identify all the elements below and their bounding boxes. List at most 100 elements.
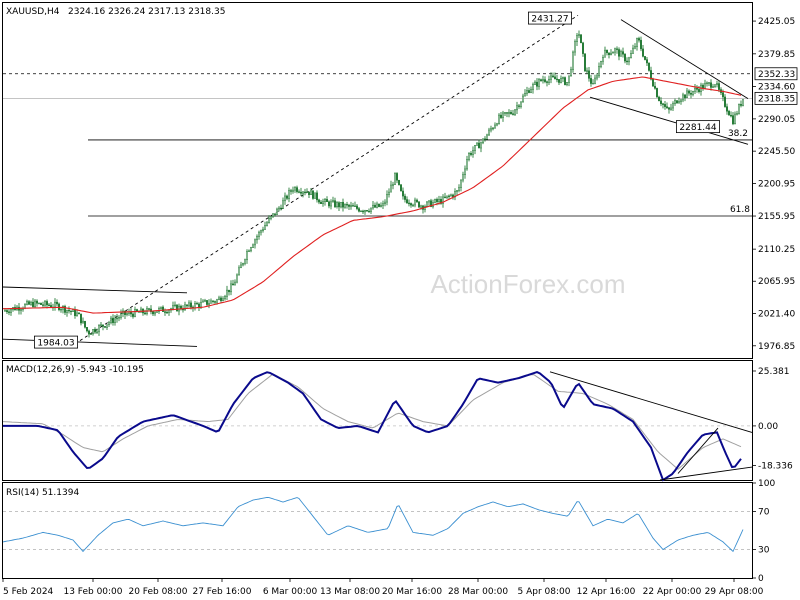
candle-body [316,192,318,201]
candle-body [642,48,644,57]
candle-body [434,199,436,203]
candle-body [444,196,446,198]
candle-body [730,114,732,117]
rsi-title: RSI(14) 51.1394 [6,488,79,498]
candle-body [416,199,418,203]
candle-body [120,313,122,318]
candle-body [112,317,114,323]
candle-body [202,300,204,303]
candle-body [600,60,602,67]
candle-body [586,70,588,72]
candle-body [356,205,358,209]
candle-body [164,311,166,313]
x-tick-label: 20 Feb 08:00 [128,587,187,597]
x-tick-label: 28 Mar 00:00 [448,587,508,597]
candle-body [258,231,260,237]
candle-body [540,79,542,82]
candle-body [338,202,340,208]
candle-body [558,79,560,83]
candle-body [46,301,48,306]
candle-body [400,184,402,192]
candle-body [94,329,96,333]
symbol-title: XAUUSD,H4 [6,7,60,17]
candle-body [590,78,592,84]
candle-body [224,296,226,300]
candle-body [260,230,262,233]
candle-body [102,324,104,327]
candle-body [632,47,634,54]
candle-body [58,303,60,310]
candle-body [28,301,30,305]
price-y-tick-label: 2065.95 [758,277,795,287]
candle-body [314,192,316,199]
candle-body [108,322,110,325]
candle-body [300,191,302,194]
candle-body [252,244,254,248]
candle-body [494,124,496,129]
low-1984-label: 1984.03 [37,339,74,349]
candle-body [126,313,128,315]
candle-body [304,191,306,194]
candle-body [84,320,86,328]
rsi-y-tick-label: 30 [758,546,770,556]
candle-body [100,324,102,326]
candle-body [602,57,604,62]
candle-body [366,210,368,212]
candle-body [162,306,164,312]
candle-body [92,329,94,335]
candle-body [206,300,208,305]
candle-body [60,308,62,311]
candle-body [358,208,360,212]
candle-body [166,311,168,314]
candle-body [608,52,610,56]
candle-body [408,202,410,205]
candle-body [76,312,78,316]
candle-body [26,301,28,305]
candle-body [518,105,520,107]
candle-body [704,83,706,89]
candle-body [584,53,586,72]
candle-body [680,99,682,102]
candle-body [110,317,112,323]
candle-body [248,250,250,252]
candle-body [238,267,240,276]
candle-body [718,83,720,90]
candle-body [456,190,458,192]
candle-body [36,300,38,304]
candle-body [168,309,170,313]
candle-body [214,301,216,303]
candle-body [234,281,236,286]
candle-body [684,94,686,98]
candle-body [488,129,490,136]
candle-body [344,204,346,208]
candle-body [208,303,210,305]
candle-body [132,313,134,317]
candle-body [268,218,270,224]
candle-body [708,82,710,84]
candle-body [292,189,294,192]
candle-body [204,300,206,302]
candle-body [672,103,674,109]
x-tick-label: 13 Feb 00:00 [63,587,122,597]
candle-body [70,310,72,312]
candle-body [516,105,518,111]
candle-body [310,190,312,195]
candle-body [272,213,274,217]
candle-body [412,204,414,207]
candle-body [490,128,492,131]
candle-body [362,210,364,213]
candle-body [438,199,440,202]
candle-body [472,150,474,155]
candle-body [262,229,264,231]
candle-body [332,200,334,203]
candle-body [404,195,406,200]
candle-body [666,106,668,109]
candle-body [580,34,582,44]
candle-body [360,210,362,213]
candle-body [508,112,510,114]
candle-body [230,283,232,293]
candle-body [294,187,296,191]
candle-body [724,96,726,107]
candle-body [236,274,238,283]
candle-body [460,179,462,188]
